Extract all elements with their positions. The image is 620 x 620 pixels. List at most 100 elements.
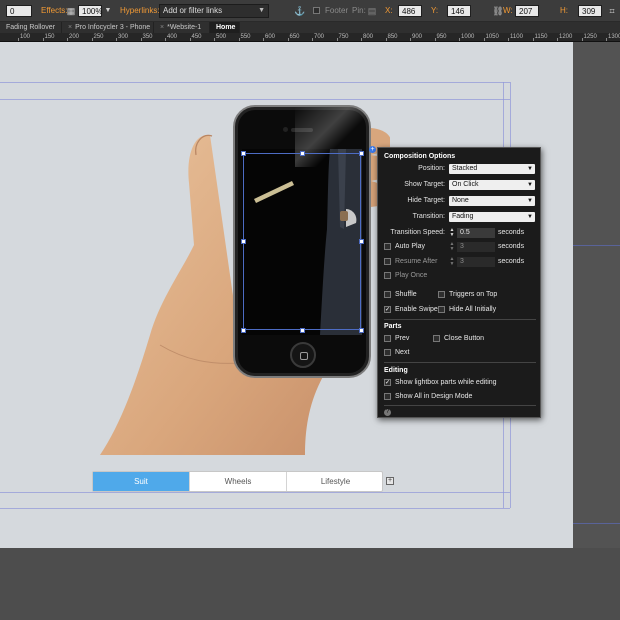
speed-stepper-icon[interactable]: ▲ ▼ xyxy=(449,228,455,238)
seconds-unit: seconds xyxy=(498,258,525,265)
help-icon[interactable]: ? xyxy=(384,409,391,416)
chevron-down-icon: ▼ xyxy=(527,182,533,188)
rotation-field[interactable]: 0 xyxy=(6,5,32,17)
ruler-tick xyxy=(434,38,436,41)
footer-checkbox[interactable] xyxy=(313,7,320,14)
play-once-checkbox[interactable] xyxy=(384,272,391,279)
transition-speed-field[interactable]: 0.5 xyxy=(457,228,495,238)
ruler-tick xyxy=(238,38,240,41)
options-anchor-icon[interactable]: + xyxy=(369,146,376,153)
play-once-label: Play Once xyxy=(395,272,428,279)
hide-target-select[interactable]: None ▼ xyxy=(449,196,535,206)
pin-icon[interactable]: ▤ xyxy=(366,5,378,17)
guide-line xyxy=(573,245,620,246)
ruler-tick xyxy=(214,38,215,41)
tab-wheels[interactable]: Wheels xyxy=(190,472,287,491)
resize-handle[interactable] xyxy=(300,328,305,333)
enable-swipe-label: Enable Swipe xyxy=(395,306,438,313)
x-label: X: xyxy=(385,6,393,15)
effects-label: Effects: xyxy=(41,6,68,15)
hyperlinks-select[interactable]: Add or filter links ▼ xyxy=(159,4,269,18)
ruler-tick xyxy=(18,38,19,41)
hide-all-initially-checkbox[interactable] xyxy=(438,306,445,313)
resume-after-checkbox[interactable] xyxy=(384,258,391,265)
close-icon[interactable]: × xyxy=(160,24,164,31)
close-icon[interactable]: × xyxy=(68,24,72,31)
ruler-tick xyxy=(263,38,264,41)
enable-swipe-checkbox[interactable]: ✓ xyxy=(384,306,391,313)
w-label: W: xyxy=(503,6,513,15)
selection-box[interactable] xyxy=(243,153,361,330)
auto-play-field[interactable]: 3 xyxy=(457,242,495,252)
pin-label: Pin: xyxy=(352,6,366,15)
close-button-checkbox[interactable] xyxy=(433,335,440,342)
hyperlinks-label: Hyperlinks: xyxy=(120,6,160,15)
chevron-down-icon: ▼ xyxy=(258,7,265,14)
ruler-tick xyxy=(165,38,166,41)
ruler-tick-label: 200 xyxy=(69,34,80,40)
ruler-tick xyxy=(67,38,68,41)
triggers-on-top-label: Triggers on Top xyxy=(449,291,498,298)
prev-label: Prev xyxy=(395,335,410,342)
ruler-tick xyxy=(361,38,362,41)
position-label: Position: xyxy=(418,165,445,172)
footer-label: Footer xyxy=(325,6,349,15)
transform-icon[interactable]: ⌗ xyxy=(606,5,618,17)
tab-fading-rollover[interactable]: Fading Rollover xyxy=(0,22,62,33)
show-target-select[interactable]: On Click ▼ xyxy=(449,180,535,190)
resize-handle[interactable] xyxy=(359,328,364,333)
x-field[interactable]: 486 xyxy=(398,5,422,17)
auto-play-checkbox[interactable] xyxy=(384,243,391,250)
tab-website-1[interactable]: × *Website-1 xyxy=(154,22,210,33)
home-button-icon xyxy=(290,342,316,368)
resize-handle[interactable] xyxy=(241,151,246,156)
ruler-tick xyxy=(532,38,534,41)
tab-pro-infocycler[interactable]: × Pro Infocycler 3 - Phone xyxy=(62,22,154,33)
auto-play-stepper-icon[interactable]: ▲ ▼ xyxy=(449,242,455,252)
next-checkbox[interactable] xyxy=(384,349,391,356)
chevron-down-icon: ▼ xyxy=(527,166,533,172)
w-field[interactable]: 207 xyxy=(515,5,539,17)
ruler-tick-label: 700 xyxy=(314,34,325,40)
tab-home[interactable]: Home xyxy=(210,22,240,33)
resume-after-stepper-icon[interactable]: ▲ ▼ xyxy=(449,257,455,267)
h-field[interactable]: 309 xyxy=(578,5,602,17)
ruler-tick-label: 800 xyxy=(363,34,374,40)
ruler-tick-label: 300 xyxy=(118,34,129,40)
hyperlinks-placeholder: Add or filter links xyxy=(163,6,223,15)
resize-handle[interactable] xyxy=(241,239,246,244)
opacity-field[interactable]: 100% xyxy=(78,5,102,17)
transition-speed-label: Transition Speed: xyxy=(390,229,445,236)
hide-all-initially-label: Hide All Initially xyxy=(449,306,497,313)
composition-tabs: Suit Wheels Lifestyle xyxy=(92,471,383,492)
add-tab-button[interactable]: + xyxy=(386,477,394,485)
shuffle-checkbox[interactable] xyxy=(384,291,391,298)
resize-handle[interactable] xyxy=(359,239,364,244)
effects-icon[interactable]: ▦ xyxy=(65,5,77,17)
transition-select[interactable]: Fading ▼ xyxy=(449,212,535,222)
anchor-icon[interactable]: ⚓ xyxy=(294,5,306,17)
resize-handle[interactable] xyxy=(241,328,246,333)
ruler-tick-label: 1000 xyxy=(461,34,475,40)
position-select[interactable]: Stacked ▼ xyxy=(449,164,535,174)
triggers-on-top-checkbox[interactable] xyxy=(438,291,445,298)
ruler-tick-label: 250 xyxy=(93,34,104,40)
show-all-design-mode-checkbox[interactable] xyxy=(384,393,391,400)
auto-play-label: Auto Play xyxy=(395,243,425,250)
prev-checkbox[interactable] xyxy=(384,335,391,342)
resume-after-field[interactable]: 3 xyxy=(457,257,495,267)
show-lightbox-parts-checkbox[interactable]: ✓ xyxy=(384,379,391,386)
ruler-tick-label: 550 xyxy=(240,34,251,40)
ruler-tick-label: 450 xyxy=(191,34,202,40)
document-tabs: Fading Rollover × Pro Infocycler 3 - Phon… xyxy=(0,22,620,33)
tab-lifestyle[interactable]: Lifestyle xyxy=(287,472,384,491)
opacity-dropdown-icon[interactable]: ▼ xyxy=(102,5,114,17)
tab-suit[interactable]: Suit xyxy=(93,472,190,491)
show-all-design-mode-label: Show All in Design Mode xyxy=(395,393,473,400)
resize-handle[interactable] xyxy=(300,151,305,156)
seconds-unit: seconds xyxy=(498,243,525,250)
ruler-tick-label: 900 xyxy=(412,34,423,40)
ruler-tick xyxy=(91,38,93,41)
resize-handle[interactable] xyxy=(359,151,364,156)
y-field[interactable]: 146 xyxy=(447,5,471,17)
